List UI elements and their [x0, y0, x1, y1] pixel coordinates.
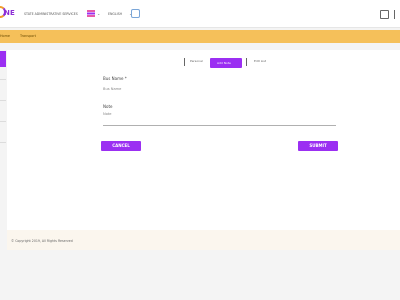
document-icon	[184, 58, 186, 66]
content-panel: Personal Add Note Edit List Bus Name * B…	[7, 50, 400, 250]
tab-personal[interactable]: Personal	[190, 59, 203, 63]
sidebar-divider	[0, 121, 6, 122]
cancel-button[interactable]: CANCEL	[101, 141, 141, 151]
tab-edit-list[interactable]: Edit List	[254, 59, 266, 63]
sidebar-divider	[0, 79, 6, 80]
top-header: NE STATE ADMINISTRATIVE SERVICES ⌄ ENGLI…	[0, 0, 400, 28]
submit-button[interactable]: SUBMIT	[298, 141, 338, 151]
sidebar-item-active[interactable]	[0, 51, 6, 67]
tab-add-note[interactable]: Add Note	[210, 58, 242, 68]
main-navbar: Home Transport	[0, 30, 400, 43]
bus-name-input[interactable]: Bus Name	[103, 87, 121, 91]
field-2-label: Note	[103, 104, 113, 109]
menu-icon[interactable]	[394, 10, 400, 19]
footer: © Copyright 2019, All Rights Reserved	[7, 230, 400, 250]
header-link-language[interactable]: ENGLISH	[108, 12, 122, 16]
sidebar-divider	[0, 100, 6, 101]
sidebar-divider	[0, 142, 6, 143]
nav-item-transport[interactable]: Transport	[20, 34, 36, 38]
globe-icon[interactable]	[131, 9, 140, 18]
list-icon	[246, 58, 248, 66]
nav-item-home[interactable]: Home	[0, 34, 10, 38]
footer-copyright: © Copyright 2019, All Rights Reserved	[11, 239, 73, 243]
flag-icon	[87, 10, 95, 17]
header-link-services[interactable]: STATE ADMINISTRATIVE SERVICES	[24, 12, 78, 16]
notifications-icon[interactable]	[380, 10, 389, 19]
sidebar	[0, 51, 6, 300]
chevron-down-icon[interactable]: ⌄	[97, 11, 100, 16]
note-input[interactable]: Note	[103, 112, 112, 116]
note-underline	[103, 125, 336, 126]
logo[interactable]: NE	[4, 9, 15, 17]
field-1-label: Bus Name *	[103, 76, 127, 81]
